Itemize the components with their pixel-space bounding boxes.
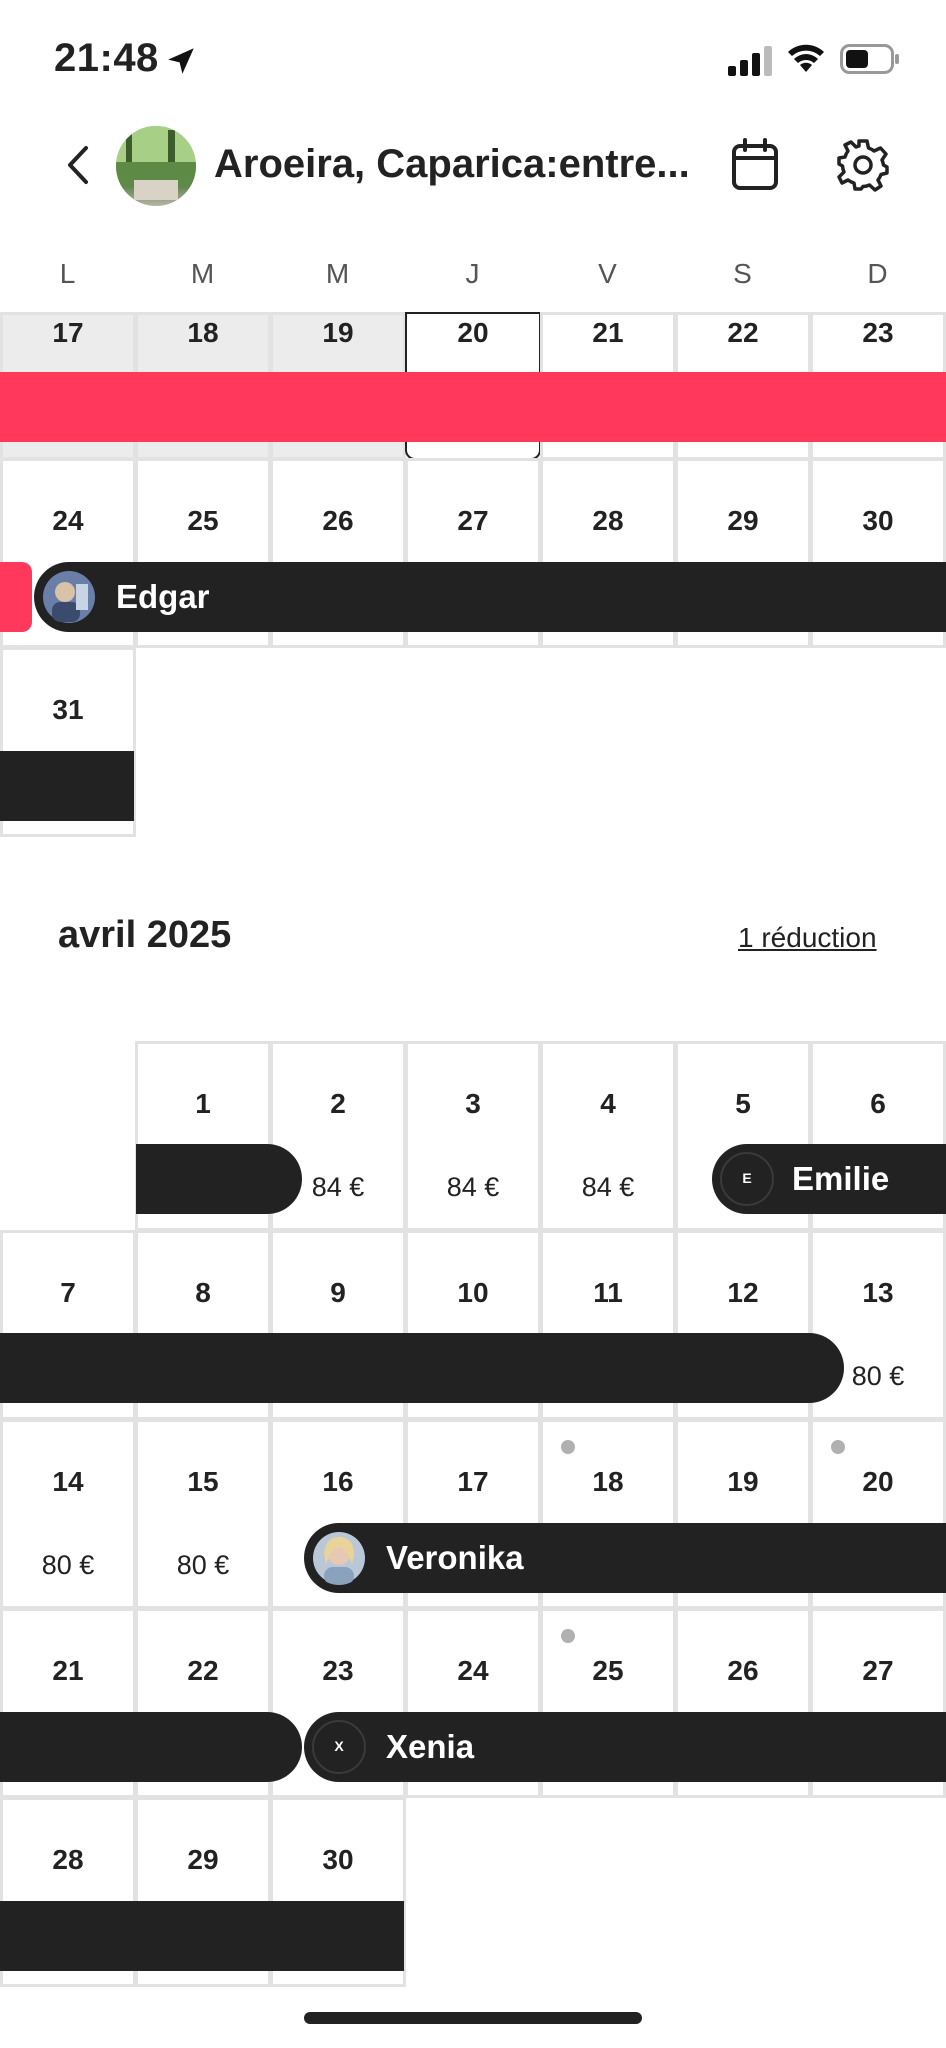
night-price: 84 € (446, 1172, 500, 1202)
event-dot (561, 1629, 575, 1643)
day-number: 29 (727, 505, 759, 536)
night-price: 80 € (176, 1550, 230, 1580)
day-number: 21 (52, 1655, 84, 1686)
day-number: 18 (592, 1466, 624, 1497)
weekday-mon: L (59, 258, 76, 289)
day-number: 16 (322, 1466, 354, 1497)
event-dot (561, 1440, 575, 1454)
day-number: 26 (727, 1655, 759, 1686)
weekday-tue: M (190, 258, 215, 289)
weekday-sat: S (733, 258, 752, 289)
day-number: 10 (457, 1277, 489, 1308)
reservation-bar[interactable] (136, 1144, 302, 1214)
day-number: 20 (862, 1466, 894, 1497)
day-number: 3 (465, 1088, 481, 1119)
weekday-wed: M (325, 258, 350, 289)
day-number: 1 (195, 1088, 211, 1119)
day-number: 17 (457, 1466, 489, 1497)
reservation-bar-veronika[interactable]: Veronika (304, 1523, 946, 1593)
day-number: 25 (592, 1655, 624, 1686)
reservation-bar[interactable] (0, 1333, 844, 1403)
reservation-bar-emilie[interactable]: E Emilie (712, 1144, 946, 1214)
day-number: 7 (60, 1277, 76, 1308)
day-number: 11 (593, 1277, 623, 1308)
day-number: 28 (52, 1844, 84, 1875)
day-number: 21 (592, 317, 624, 348)
day-number: 23 (862, 317, 894, 348)
back-chevron-icon[interactable] (58, 142, 98, 188)
blocked-bar[interactable] (0, 372, 946, 442)
guest-name: Edgar (116, 578, 210, 615)
reservation-bar-xenia[interactable]: X Xenia (304, 1712, 946, 1782)
month-title: avril 2025 (58, 914, 232, 956)
day-number: 27 (862, 1655, 894, 1686)
day-number: 17 (52, 317, 84, 348)
battery-icon (840, 44, 899, 74)
day-cell[interactable]: 4 84 € (540, 1041, 676, 1231)
day-number: 24 (52, 505, 84, 536)
day-number: 23 (322, 1655, 354, 1686)
day-cell[interactable]: 14 80 € (0, 1419, 136, 1609)
day-number: 14 (52, 1466, 84, 1497)
day-cell[interactable]: 3 84 € (405, 1041, 541, 1231)
event-dot (831, 1440, 845, 1454)
reservation-bar-edgar[interactable]: Edgar (34, 562, 946, 632)
day-number: 30 (862, 505, 894, 536)
day-number: 15 (187, 1466, 219, 1497)
day-number: 25 (187, 505, 219, 536)
day-number: 20 (457, 317, 489, 348)
day-number: 8 (195, 1277, 211, 1308)
guest-name: Xenia (386, 1728, 475, 1765)
night-price: 80 € (41, 1550, 95, 1580)
guest-avatar (313, 1532, 365, 1585)
day-number: 22 (727, 317, 759, 348)
weekday-sun: D (867, 258, 888, 289)
day-number: 13 (862, 1277, 894, 1308)
day-number: 19 (727, 1466, 759, 1497)
guest-initial: E (742, 1170, 752, 1186)
discount-link[interactable]: 1 réduction (738, 922, 877, 954)
day-cell[interactable]: 15 80 € (135, 1419, 271, 1609)
blocked-bar-end[interactable] (0, 562, 32, 632)
reservation-bar[interactable] (0, 1901, 404, 1971)
signal-icon (728, 46, 772, 76)
day-number: 24 (457, 1655, 489, 1686)
listing-title[interactable]: Aroeira, Caparica:entre... (214, 142, 690, 187)
day-number: 12 (727, 1277, 759, 1308)
day-number: 29 (187, 1844, 219, 1875)
listing-avatar (116, 126, 196, 206)
day-number: 22 (187, 1655, 219, 1686)
day-number: 26 (322, 505, 354, 536)
reservation-bar[interactable] (0, 751, 134, 821)
day-number: 27 (457, 505, 489, 536)
guest-initial: X (334, 1738, 344, 1754)
calendar-icon[interactable] (730, 138, 780, 192)
guest-name: Veronika (386, 1539, 524, 1576)
location-arrow-icon (168, 48, 194, 74)
day-number: 28 (592, 505, 624, 536)
guest-avatar (43, 571, 95, 623)
day-number: 5 (735, 1088, 751, 1119)
home-indicator (304, 2012, 642, 2024)
status-time: 21:48 (54, 36, 159, 80)
gear-icon[interactable] (836, 138, 890, 192)
day-number: 31 (52, 694, 84, 725)
night-price: 84 € (581, 1172, 635, 1202)
weekday-thu: J (465, 258, 480, 289)
reservation-bar[interactable] (0, 1712, 302, 1782)
wifi-icon (788, 44, 824, 72)
day-number: 6 (870, 1088, 886, 1119)
day-number: 30 (322, 1844, 354, 1875)
day-number: 18 (187, 317, 219, 348)
day-number: 4 (600, 1088, 616, 1119)
day-number: 9 (330, 1277, 346, 1308)
guest-name: Emilie (792, 1160, 890, 1197)
day-number: 19 (322, 317, 354, 348)
day-number: 2 (330, 1088, 346, 1119)
weekday-fri: V (598, 258, 617, 289)
